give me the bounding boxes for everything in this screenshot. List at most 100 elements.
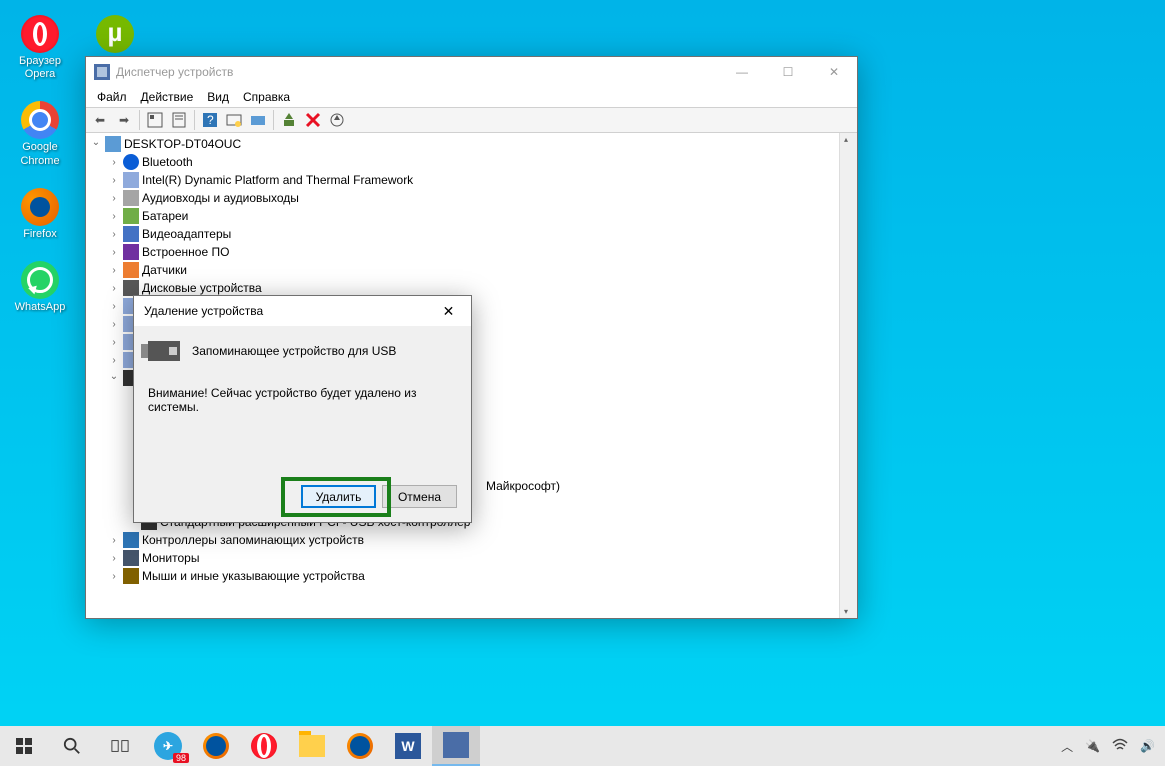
help-button[interactable]: ? [199,109,221,131]
dialog-close-button[interactable]: ✕ [426,296,471,326]
svg-text:?: ? [207,113,214,127]
back-button[interactable]: ⬅ [89,109,111,131]
system-tray: ︿ 🔌 🔊 [1061,737,1165,756]
taskbar-telegram[interactable]: ✈ [144,726,192,766]
desktop-icon-opera[interactable]: Браузер Opera [10,15,70,81]
display-adapter-icon [123,226,139,242]
chevron-right-icon[interactable] [108,265,120,276]
chevron-right-icon[interactable] [108,211,120,222]
chevron-right-icon[interactable] [108,157,120,168]
update-driver-button[interactable] [247,109,269,131]
search-button[interactable] [48,726,96,766]
taskbar-word[interactable]: W [384,726,432,766]
devmgr-icon [94,64,110,80]
properties-button[interactable] [168,109,190,131]
opera-icon [21,15,59,53]
chevron-right-icon[interactable] [108,193,120,204]
scan-button[interactable] [223,109,245,131]
tree-item-video[interactable]: Видеоадаптеры [86,225,839,243]
desktop-icon-label: Google Chrome [10,141,70,167]
desktop-icon-firefox[interactable]: Firefox [10,188,70,241]
chevron-right-icon[interactable] [108,247,120,258]
taskbar-file-explorer[interactable] [288,726,336,766]
uninstall-device-dialog: Удаление устройства ✕ Запоминающее устро… [133,295,472,523]
opera-icon [251,733,277,759]
battery-icon [123,208,139,224]
speaker-icon [123,190,139,206]
desktop-icon-label: Firefox [10,228,70,241]
pc-icon [105,136,121,152]
chevron-down-icon[interactable] [108,373,120,384]
chevron-right-icon[interactable] [108,283,120,294]
menu-action[interactable]: Действие [135,88,200,106]
tree-item-battery[interactable]: Батареи [86,207,839,225]
chevron-right-icon[interactable] [108,229,120,240]
close-button[interactable]: ✕ [811,57,857,87]
menu-view[interactable]: Вид [201,88,235,106]
maximize-button[interactable]: ☐ [765,57,811,87]
firefox-icon [347,733,373,759]
menu-help[interactable]: Справка [237,88,296,106]
chevron-right-icon[interactable] [108,337,120,348]
chevron-right-icon[interactable] [108,175,120,186]
window-title: Диспетчер устройств [116,65,719,79]
chip-icon [123,172,139,188]
dialog-title: Удаление устройства [144,304,426,318]
uninstall-button[interactable] [302,109,324,131]
show-hidden-button[interactable] [144,109,166,131]
dialog-warning-text: Внимание! Сейчас устройство будет удален… [144,386,461,414]
tree-item-monitors[interactable]: Мониторы [86,549,839,567]
chevron-right-icon[interactable] [108,301,120,312]
chevron-right-icon[interactable] [108,355,120,366]
chevron-right-icon[interactable] [108,319,120,330]
tree-item-sensors[interactable]: Датчики [86,261,839,279]
scan-hardware-button[interactable] [326,109,348,131]
volume-icon[interactable]: 🔊 [1140,739,1155,753]
taskbar-device-manager[interactable] [432,726,480,766]
taskbar-firefox-2[interactable] [336,726,384,766]
taskbar-firefox[interactable] [192,726,240,766]
desktop-icon-label: WhatsApp [10,301,70,314]
chevron-right-icon[interactable] [108,571,120,582]
tree-root[interactable]: DESKTOP-DT04OUC [86,135,839,153]
desktop-icon-chrome[interactable]: Google Chrome [10,101,70,167]
taskbar-opera[interactable] [240,726,288,766]
wifi-icon[interactable] [1112,737,1128,756]
utorrent-icon [96,15,134,53]
desktop-icon-whatsapp[interactable]: WhatsApp [10,261,70,314]
minimize-button[interactable]: — [719,57,765,87]
tree-item-firmware[interactable]: Встроенное ПО [86,243,839,261]
dialog-titlebar[interactable]: Удаление устройства ✕ [134,296,471,326]
devmgr-icon [443,732,469,758]
titlebar[interactable]: Диспетчер устройств — ☐ ✕ [86,57,857,87]
tree-item-audio[interactable]: Аудиовходы и аудиовыходы [86,189,839,207]
start-button[interactable] [0,726,48,766]
cancel-button[interactable]: Отмена [382,485,457,508]
usb-device-icon [148,341,180,361]
desktop-icon-label: Браузер Opera [10,55,70,81]
chevron-right-icon[interactable] [108,535,120,546]
chevron-down-icon[interactable] [90,139,102,150]
tray-expand-icon[interactable]: ︿ [1061,738,1073,755]
forward-button[interactable]: ➡ [113,109,135,131]
dialog-device-name: Запоминающее устройство для USB [192,344,396,358]
desktop-icon-utorrent[interactable] [85,15,145,55]
tree-item-bluetooth[interactable]: Bluetooth [86,153,839,171]
delete-button[interactable]: Удалить [301,485,376,508]
enable-button[interactable] [278,109,300,131]
chevron-right-icon[interactable] [108,553,120,564]
tree-item-storage-controllers[interactable]: Контроллеры запоминающих устройств [86,531,839,549]
battery-icon[interactable]: 🔌 [1085,739,1100,753]
tree-item-mice[interactable]: Мыши и иные указывающие устройства [86,567,839,585]
tree-item-intel[interactable]: Intel(R) Dynamic Platform and Thermal Fr… [86,171,839,189]
whatsapp-icon [21,261,59,299]
menu-file[interactable]: Файл [91,88,133,106]
toolbar: ⬅ ➡ ? [86,107,857,133]
task-view-button[interactable] [96,726,144,766]
sensor-icon [123,262,139,278]
storage-icon [123,532,139,548]
monitor-icon [123,550,139,566]
scrollbar[interactable] [840,133,857,618]
bluetooth-icon [123,154,139,170]
chrome-icon [21,101,59,139]
